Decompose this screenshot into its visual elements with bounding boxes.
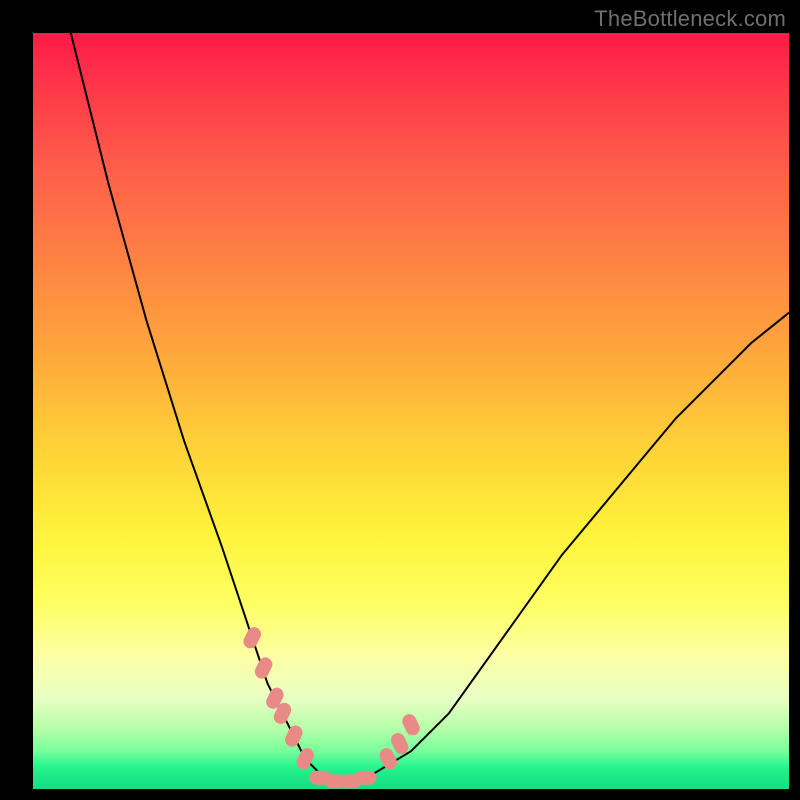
left-marker: [252, 655, 274, 681]
plot-area: [33, 33, 789, 789]
bottleneck-curve: [71, 33, 789, 781]
curve-path: [71, 33, 789, 781]
chart-frame: TheBottleneck.com: [0, 0, 800, 800]
right-marker: [400, 712, 422, 738]
watermark-text: TheBottleneck.com: [594, 6, 786, 32]
marker-cluster: [241, 625, 422, 789]
left-marker: [283, 723, 305, 749]
left-marker: [241, 625, 263, 651]
bottom-marker: [355, 771, 377, 785]
curve-layer: [33, 33, 789, 789]
